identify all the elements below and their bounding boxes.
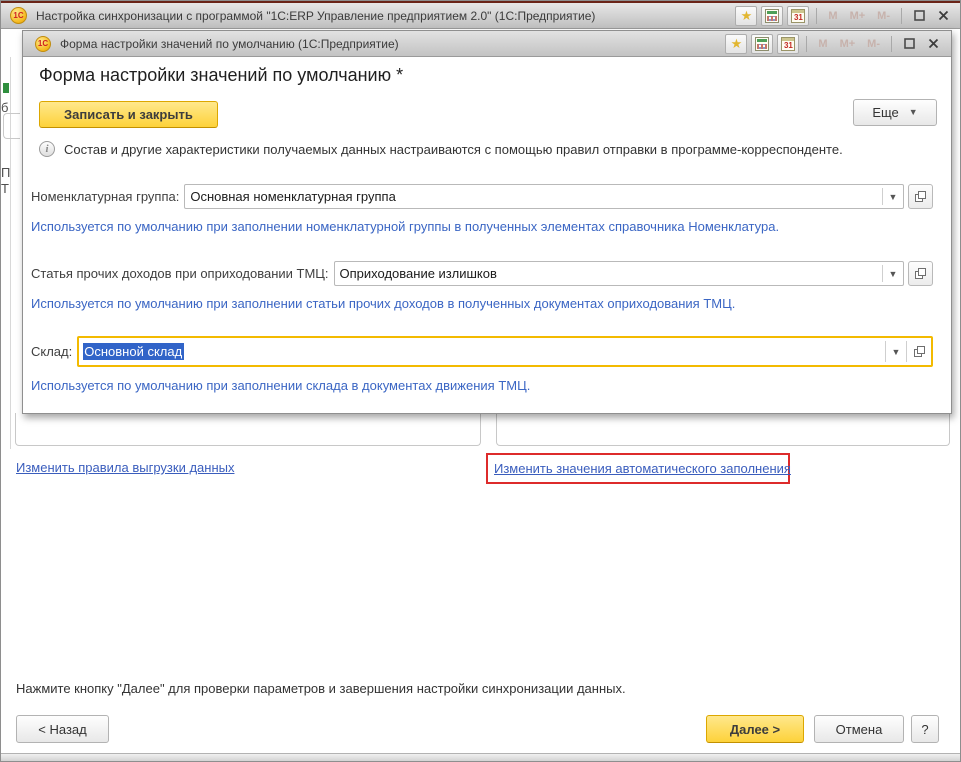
open-icon xyxy=(915,268,926,279)
memory-m-minus-button[interactable]: M- xyxy=(863,38,884,50)
other-income-item-hint: Используется по умолчанию при заполнении… xyxy=(31,296,931,311)
main-window-titlebar: 1С Настройка синхронизации с программой … xyxy=(0,0,961,29)
open-list-button[interactable] xyxy=(908,261,933,286)
titlebar-separator xyxy=(891,36,892,52)
memory-m-button[interactable]: M xyxy=(814,38,831,50)
export-rules-panel xyxy=(15,413,481,446)
open-list-button[interactable] xyxy=(908,184,933,209)
background-text-fragment: б xyxy=(1,100,11,115)
favorites-star-icon[interactable]: ★ xyxy=(725,34,747,54)
selected-text: Основной склад xyxy=(83,343,184,360)
more-button[interactable]: Еще ▼ xyxy=(853,99,937,126)
memory-m-minus-button[interactable]: M- xyxy=(873,10,894,22)
dialog-heading: Форма настройки значений по умолчанию * xyxy=(39,65,403,86)
defaults-form-dialog: 1С Форма настройки значений по умолчанию… xyxy=(22,30,952,414)
dialog-maximize-button[interactable] xyxy=(899,34,919,54)
back-button[interactable]: < Назад xyxy=(16,715,109,743)
wizard-instruction-text: Нажмите кнопку "Далее" для проверки пара… xyxy=(16,681,626,696)
maximize-button[interactable] xyxy=(909,6,929,26)
warehouse-row: Склад: Основной склад ▼ xyxy=(31,335,933,368)
background-text-fragment: П xyxy=(1,165,11,180)
favorites-star-icon[interactable]: ★ xyxy=(735,6,757,26)
open-icon xyxy=(914,346,925,357)
cancel-button[interactable]: Отмена xyxy=(814,715,904,743)
dialog-close-button[interactable] xyxy=(923,34,943,54)
titlebar-separator xyxy=(816,8,817,24)
open-icon xyxy=(915,191,926,202)
nomenclature-group-row: Номенклатурная группа: Основная номенкла… xyxy=(31,183,933,210)
dialog-titlebar: 1С Форма настройки значений по умолчанию… xyxy=(23,31,951,57)
nomenclature-group-hint: Используется по умолчанию при заполнении… xyxy=(31,219,931,234)
titlebar-separator xyxy=(806,36,807,52)
background-panel-corner xyxy=(3,113,20,139)
background-fragment-green xyxy=(3,83,9,93)
autofill-values-panel xyxy=(496,413,950,446)
change-export-rules-link[interactable]: Изменить правила выгрузки данных xyxy=(16,460,234,475)
other-income-item-row: Статья прочих доходов при оприходовании … xyxy=(31,260,933,287)
calculator-icon[interactable] xyxy=(751,34,773,54)
help-button[interactable]: ? xyxy=(911,715,939,743)
dropdown-arrow-icon[interactable]: ▼ xyxy=(883,185,903,208)
1c-logo-icon: 1С xyxy=(10,7,27,24)
main-titlebar-icons: ★ 31 M M+ M- xyxy=(735,6,953,26)
open-list-button[interactable] xyxy=(907,338,931,365)
next-button[interactable]: Далее > xyxy=(706,715,804,743)
dialog-body: Форма настройки значений по умолчанию * … xyxy=(23,57,951,413)
window-bottom-edge xyxy=(0,753,961,762)
main-window: 1С Настройка синхронизации с программой … xyxy=(0,0,961,762)
memory-m-plus-button[interactable]: M+ xyxy=(846,10,870,22)
chevron-down-icon: ▼ xyxy=(909,108,918,117)
calendar-icon[interactable]: 31 xyxy=(787,6,809,26)
calculator-icon[interactable] xyxy=(761,6,783,26)
close-button[interactable] xyxy=(933,6,953,26)
dropdown-arrow-icon[interactable]: ▼ xyxy=(886,338,906,365)
main-window-title: Настройка синхронизации с программой "1C… xyxy=(36,9,735,23)
nomenclature-group-label: Номенклатурная группа: xyxy=(31,189,179,204)
dropdown-arrow-icon[interactable]: ▼ xyxy=(883,262,903,285)
nomenclature-group-input[interactable]: Основная номенклатурная группа ▼ xyxy=(184,184,904,209)
info-icon: i xyxy=(39,141,55,157)
other-income-item-label: Статья прочих доходов при оприходовании … xyxy=(31,266,329,281)
memory-m-plus-button[interactable]: M+ xyxy=(836,38,860,50)
calendar-icon[interactable]: 31 xyxy=(777,34,799,54)
background-text-fragment: Т xyxy=(1,181,11,196)
warehouse-label: Склад: xyxy=(31,344,72,359)
change-autofill-values-link[interactable]: Изменить значения автоматического заполн… xyxy=(494,461,791,476)
save-and-close-button[interactable]: Записать и закрыть xyxy=(39,101,218,128)
dialog-titlebar-icons: ★ 31 M M+ M- xyxy=(725,34,943,54)
warehouse-input[interactable]: Основной склад ▼ xyxy=(77,336,933,367)
memory-m-button[interactable]: M xyxy=(824,10,841,22)
titlebar-separator xyxy=(901,8,902,24)
1c-logo-icon: 1С xyxy=(35,36,51,52)
warehouse-hint: Используется по умолчанию при заполнении… xyxy=(31,378,931,393)
dialog-title: Форма настройки значений по умолчанию (1… xyxy=(60,37,725,51)
other-income-item-input[interactable]: Оприходование излишков ▼ xyxy=(334,261,904,286)
info-message: i Состав и другие характеристики получае… xyxy=(39,141,931,157)
